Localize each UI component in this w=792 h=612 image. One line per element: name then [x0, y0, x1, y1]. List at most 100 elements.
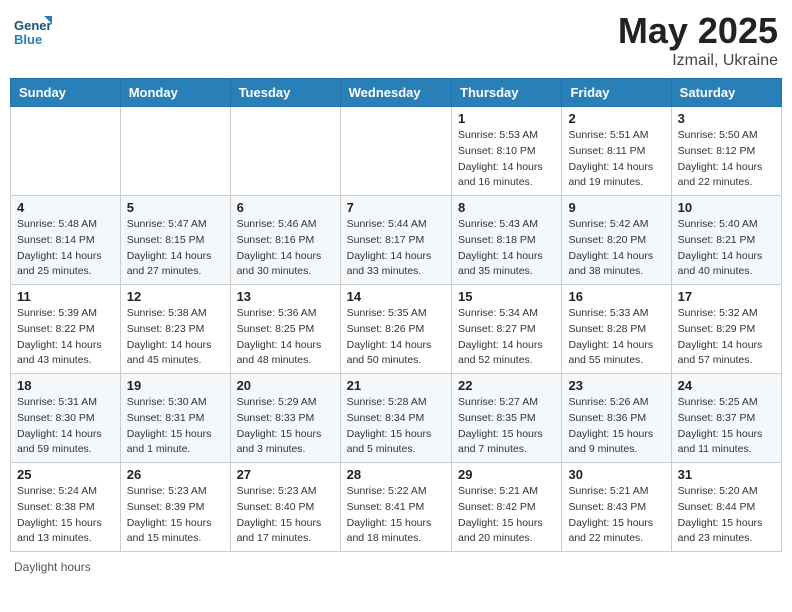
weekday-header-tuesday: Tuesday: [230, 79, 340, 107]
calendar-cell: 20 Sunrise: 5:29 AMSunset: 8:33 PMDayligh…: [230, 374, 340, 463]
day-number: 8: [458, 200, 555, 215]
calendar-cell: 4 Sunrise: 5:48 AMSunset: 8:14 PMDaylight…: [11, 196, 121, 285]
week-row-3: 11 Sunrise: 5:39 AMSunset: 8:22 PMDayligh…: [11, 285, 782, 374]
day-number: 26: [127, 467, 224, 482]
day-info: Sunrise: 5:40 AMSunset: 8:21 PMDaylight:…: [678, 217, 775, 280]
calendar-cell: 9 Sunrise: 5:42 AMSunset: 8:20 PMDaylight…: [562, 196, 671, 285]
day-info: Sunrise: 5:21 AMSunset: 8:42 PMDaylight:…: [458, 484, 555, 547]
calendar-cell: 27Sunrise: 5:23 AMSunset: 8:40 PMDayligh…: [230, 463, 340, 552]
svg-text:General: General: [14, 18, 52, 33]
day-number: 15: [458, 289, 555, 304]
week-row-5: 25 Sunrise: 5:24 AMSunset: 8:38 PMDayligh…: [11, 463, 782, 552]
day-info: Sunrise: 5:51 AMSunset: 8:11 PMDaylight:…: [568, 128, 664, 191]
day-info: Sunrise: 5:53 AMSunset: 8:10 PMDaylight:…: [458, 128, 555, 191]
day-info: Sunrise: 5:48 AMSunset: 8:14 PMDaylight:…: [17, 217, 114, 280]
calendar-cell: 6Sunrise: 5:46 AMSunset: 8:16 PMDaylight…: [230, 196, 340, 285]
calendar-cell: 10 Sunrise: 5:40 AMSunset: 8:21 PMDayligh…: [671, 196, 781, 285]
weekday-header-friday: Friday: [562, 79, 671, 107]
day-info: Sunrise: 5:46 AMSunset: 8:16 PMDaylight:…: [237, 217, 334, 280]
day-info: Sunrise: 5:27 AMSunset: 8:35 PMDaylight:…: [458, 395, 555, 458]
day-number: 18: [17, 378, 114, 393]
calendar-cell: 29 Sunrise: 5:21 AMSunset: 8:42 PMDayligh…: [452, 463, 562, 552]
day-info: Sunrise: 5:21 AMSunset: 8:43 PMDaylight:…: [568, 484, 664, 547]
day-number: 20: [237, 378, 334, 393]
calendar-cell: [120, 107, 230, 196]
day-info: Sunrise: 5:25 AMSunset: 8:37 PMDaylight:…: [678, 395, 775, 458]
day-info: Sunrise: 5:32 AMSunset: 8:29 PMDaylight:…: [678, 306, 775, 369]
calendar-cell: 26 Sunrise: 5:23 AMSunset: 8:39 PMDayligh…: [120, 463, 230, 552]
calendar-cell: 19Sunrise: 5:30 AMSunset: 8:31 PMDayligh…: [120, 374, 230, 463]
day-number: 5: [127, 200, 224, 215]
day-info: Sunrise: 5:34 AMSunset: 8:27 PMDaylight:…: [458, 306, 555, 369]
svg-text:Blue: Blue: [14, 32, 42, 47]
calendar-cell: 3Sunrise: 5:50 AMSunset: 8:12 PMDaylight…: [671, 107, 781, 196]
weekday-header-thursday: Thursday: [452, 79, 562, 107]
day-info: Sunrise: 5:20 AMSunset: 8:44 PMDaylight:…: [678, 484, 775, 547]
day-number: 22: [458, 378, 555, 393]
calendar-cell: 13Sunrise: 5:36 AMSunset: 8:25 PMDayligh…: [230, 285, 340, 374]
day-info: Sunrise: 5:23 AMSunset: 8:39 PMDaylight:…: [127, 484, 224, 547]
day-info: Sunrise: 5:33 AMSunset: 8:28 PMDaylight:…: [568, 306, 664, 369]
weekday-header-sunday: Sunday: [11, 79, 121, 107]
calendar-cell: 22 Sunrise: 5:27 AMSunset: 8:35 PMDayligh…: [452, 374, 562, 463]
calendar-cell: 5 Sunrise: 5:47 AMSunset: 8:15 PMDaylight…: [120, 196, 230, 285]
day-number: 16: [568, 289, 664, 304]
day-number: 7: [347, 200, 445, 215]
calendar-cell: 24 Sunrise: 5:25 AMSunset: 8:37 PMDayligh…: [671, 374, 781, 463]
calendar-cell: [230, 107, 340, 196]
calendar-cell: 11 Sunrise: 5:39 AMSunset: 8:22 PMDayligh…: [11, 285, 121, 374]
day-info: Sunrise: 5:47 AMSunset: 8:15 PMDaylight:…: [127, 217, 224, 280]
day-info: Sunrise: 5:30 AMSunset: 8:31 PMDaylight:…: [127, 395, 224, 458]
day-info: Sunrise: 5:22 AMSunset: 8:41 PMDaylight:…: [347, 484, 445, 547]
calendar-cell: 21 Sunrise: 5:28 AMSunset: 8:34 PMDayligh…: [340, 374, 451, 463]
day-info: Sunrise: 5:36 AMSunset: 8:25 PMDaylight:…: [237, 306, 334, 369]
day-number: 29: [458, 467, 555, 482]
week-row-4: 18 Sunrise: 5:31 AMSunset: 8:30 PMDayligh…: [11, 374, 782, 463]
day-number: 21: [347, 378, 445, 393]
day-info: Sunrise: 5:29 AMSunset: 8:33 PMDaylight:…: [237, 395, 334, 458]
calendar-cell: 30 Sunrise: 5:21 AMSunset: 8:43 PMDayligh…: [562, 463, 671, 552]
day-info: Sunrise: 5:38 AMSunset: 8:23 PMDaylight:…: [127, 306, 224, 369]
day-number: 30: [568, 467, 664, 482]
calendar-cell: 31Sunrise: 5:20 AMSunset: 8:44 PMDayligh…: [671, 463, 781, 552]
page-header: General Blue May 2025 Izmail, Ukraine: [10, 10, 782, 70]
daylight-hours-label: Daylight hours: [14, 560, 91, 574]
day-number: 10: [678, 200, 775, 215]
day-number: 24: [678, 378, 775, 393]
weekday-header-wednesday: Wednesday: [340, 79, 451, 107]
calendar-cell: 16 Sunrise: 5:33 AMSunset: 8:28 PMDayligh…: [562, 285, 671, 374]
day-number: 3: [678, 111, 775, 126]
day-info: Sunrise: 5:39 AMSunset: 8:22 PMDaylight:…: [17, 306, 114, 369]
day-number: 27: [237, 467, 334, 482]
day-info: Sunrise: 5:31 AMSunset: 8:30 PMDaylight:…: [17, 395, 114, 458]
day-info: Sunrise: 5:42 AMSunset: 8:20 PMDaylight:…: [568, 217, 664, 280]
day-number: 9: [568, 200, 664, 215]
day-number: 25: [17, 467, 114, 482]
calendar-cell: 1 Sunrise: 5:53 AMSunset: 8:10 PMDaylight…: [452, 107, 562, 196]
calendar-cell: 15 Sunrise: 5:34 AMSunset: 8:27 PMDayligh…: [452, 285, 562, 374]
day-number: 17: [678, 289, 775, 304]
calendar-cell: [11, 107, 121, 196]
logo-icon: General Blue: [14, 10, 52, 48]
day-number: 1: [458, 111, 555, 126]
weekday-header-monday: Monday: [120, 79, 230, 107]
calendar-cell: 7Sunrise: 5:44 AMSunset: 8:17 PMDaylight…: [340, 196, 451, 285]
weekday-header-saturday: Saturday: [671, 79, 781, 107]
calendar-cell: [340, 107, 451, 196]
day-number: 14: [347, 289, 445, 304]
weekday-header-row: SundayMondayTuesdayWednesdayThursdayFrid…: [11, 79, 782, 107]
day-info: Sunrise: 5:28 AMSunset: 8:34 PMDaylight:…: [347, 395, 445, 458]
calendar-cell: 18 Sunrise: 5:31 AMSunset: 8:30 PMDayligh…: [11, 374, 121, 463]
logo: General Blue: [14, 10, 54, 48]
footer: Daylight hours: [10, 560, 782, 574]
title-block: May 2025 Izmail, Ukraine: [618, 10, 778, 70]
calendar-cell: 2Sunrise: 5:51 AMSunset: 8:11 PMDaylight…: [562, 107, 671, 196]
day-info: Sunrise: 5:24 AMSunset: 8:38 PMDaylight:…: [17, 484, 114, 547]
day-number: 11: [17, 289, 114, 304]
calendar-cell: 23Sunrise: 5:26 AMSunset: 8:36 PMDayligh…: [562, 374, 671, 463]
day-info: Sunrise: 5:43 AMSunset: 8:18 PMDaylight:…: [458, 217, 555, 280]
calendar-cell: 12Sunrise: 5:38 AMSunset: 8:23 PMDayligh…: [120, 285, 230, 374]
calendar-table: SundayMondayTuesdayWednesdayThursdayFrid…: [10, 78, 782, 552]
location: Izmail, Ukraine: [618, 52, 778, 70]
day-number: 4: [17, 200, 114, 215]
